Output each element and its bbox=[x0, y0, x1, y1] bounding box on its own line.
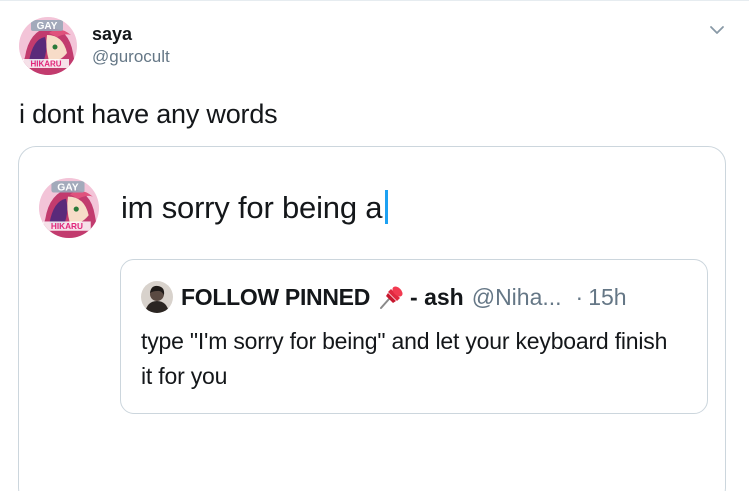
chevron-down-icon[interactable] bbox=[708, 23, 726, 37]
compose-text: im sorry for being a bbox=[121, 190, 383, 225]
compose-avatar: GAY HIKARU bbox=[39, 178, 99, 238]
avatar-image: GAY HIKARU bbox=[19, 17, 77, 75]
quoted-display-name: FOLLOW PINNED bbox=[181, 283, 371, 310]
display-name[interactable]: saya bbox=[92, 23, 132, 45]
quoted-tweet-card[interactable]: FOLLOW PINNED - ash @Niha... · 15h type … bbox=[120, 259, 708, 414]
svg-text:GAY: GAY bbox=[37, 21, 58, 32]
media-screenshot[interactable]: GAY HIKARU im sorry for being a FOLLOW P… bbox=[18, 146, 726, 491]
tweet: GAY HIKARU saya @gurocult i dont have an… bbox=[0, 0, 749, 491]
svg-text:HIKARU: HIKARU bbox=[51, 222, 83, 231]
tweet-text: i dont have any words bbox=[19, 99, 278, 129]
quoted-user-avatar bbox=[141, 281, 173, 313]
pushpin-icon bbox=[376, 283, 406, 311]
text-cursor bbox=[385, 190, 389, 224]
quoted-tweet-text: type "I'm sorry for being" and let your … bbox=[141, 328, 668, 389]
avatar-image: GAY HIKARU bbox=[39, 178, 99, 238]
quoted-handle: @Niha... bbox=[471, 283, 562, 310]
quoted-display-name-suffix: - ash bbox=[410, 283, 464, 310]
user-handle[interactable]: @gurocult bbox=[92, 46, 170, 68]
compose-text-field[interactable]: im sorry for being a bbox=[121, 189, 389, 227]
quoted-tweet-header: FOLLOW PINNED - ash @Niha... · 15h bbox=[141, 281, 627, 313]
svg-text:HIKARU: HIKARU bbox=[30, 60, 61, 69]
quoted-timestamp: 15h bbox=[588, 283, 627, 310]
user-avatar[interactable]: GAY HIKARU bbox=[19, 17, 77, 75]
separator-dot: · bbox=[575, 283, 584, 310]
svg-text:GAY: GAY bbox=[57, 182, 79, 193]
